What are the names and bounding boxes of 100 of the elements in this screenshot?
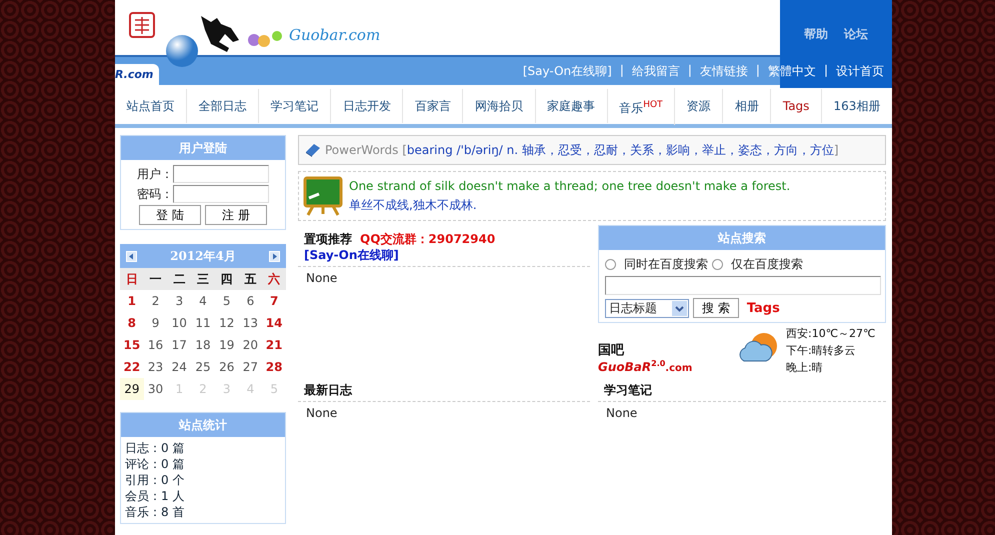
- input-field[interactable]: [173, 165, 269, 183]
- radio-button[interactable]: [605, 259, 616, 270]
- qq-group-text: QQ交流群：29072940: [360, 232, 496, 246]
- nav-link[interactable]: 资源: [675, 89, 724, 123]
- sun-behind-cloud-icon: [738, 331, 780, 363]
- stat-line: 评论：0 篇: [125, 456, 186, 472]
- calendar-day[interactable]: 17: [167, 334, 192, 356]
- calendar-day[interactable]: 10: [167, 312, 192, 334]
- top-link[interactable]: 帮助: [804, 26, 828, 42]
- calendar-day[interactable]: 27: [238, 356, 262, 378]
- nav-link[interactable]: 学习笔记: [259, 89, 332, 123]
- calendar-day[interactable]: 8: [120, 312, 144, 334]
- blackboard-icon: [303, 176, 343, 216]
- weather-line: 西安:10℃～27℃: [786, 326, 876, 342]
- book-icon: [305, 143, 321, 157]
- nav-link[interactable]: 家庭趣事: [536, 89, 608, 123]
- calendar-day[interactable]: 30: [144, 378, 168, 400]
- weekday-label: 二: [172, 271, 186, 288]
- weekday-label: 三: [196, 271, 210, 288]
- field-label: 密码：: [137, 186, 173, 202]
- calendar-day[interactable]: 16: [144, 334, 168, 356]
- calendar-day[interactable]: 1: [120, 290, 144, 312]
- calendar-day[interactable]: 4: [191, 290, 215, 312]
- panel-title: 用户登陆: [121, 136, 285, 160]
- category-select[interactable]: 日志标题: [605, 298, 689, 318]
- top-link[interactable]: 论坛: [844, 26, 868, 42]
- stat-line: 引用：0 个: [125, 472, 186, 488]
- nav-link[interactable]: 日志开发: [331, 89, 404, 123]
- header-link[interactable]: 设计首页: [836, 62, 884, 80]
- globe-icon: [165, 34, 199, 68]
- calendar-day[interactable]: 15: [120, 334, 144, 356]
- stat-line: 会员：1 人: [125, 488, 186, 504]
- section-body: None: [305, 405, 338, 422]
- nav-link[interactable]: 相册: [723, 89, 772, 123]
- radio-label: 同时在百度搜索: [624, 256, 708, 273]
- radio-label: 仅在百度搜索: [731, 256, 803, 273]
- section-title: 置项推荐: [304, 232, 352, 246]
- weekday-label: 一: [148, 271, 163, 288]
- calendar-day[interactable]: 5: [214, 290, 239, 312]
- section-body: None: [305, 270, 338, 287]
- tags-link[interactable]: Tags: [746, 300, 780, 316]
- calendar-day[interactable]: 21: [262, 334, 286, 356]
- calendar-day[interactable]: 28: [262, 356, 286, 378]
- separator: |: [688, 62, 692, 79]
- site-logo-text: Guobar.com: [289, 26, 380, 44]
- nav-link[interactable]: Tags: [771, 89, 822, 123]
- search-button[interactable]: 搜 索: [693, 298, 739, 318]
- stat-line: 音乐：8 首: [125, 504, 186, 520]
- search-field[interactable]: [605, 276, 881, 295]
- calendar-day[interactable]: 3: [167, 290, 192, 312]
- stat-line: 日志：0 篇: [125, 440, 186, 456]
- calendar-day[interactable]: 14: [262, 312, 286, 334]
- calendar-day[interactable]: 23: [144, 356, 168, 378]
- calendar-day[interactable]: 24: [167, 356, 192, 378]
- calendar-day[interactable]: 26: [214, 356, 239, 378]
- logo-fragment: R.com: [115, 64, 160, 84]
- calendar-day[interactable]: 2: [144, 290, 168, 312]
- calendar-day[interactable]: 12: [214, 312, 239, 334]
- nav-link[interactable]: 百家言: [403, 89, 464, 123]
- calendar-month: 2012年4月: [170, 248, 236, 264]
- proverb-chinese: 单丝不成线,独木不成林.: [349, 196, 478, 214]
- login-button[interactable]: 登 陆: [139, 205, 201, 225]
- calendar-day[interactable]: 22: [120, 356, 144, 378]
- separator: |: [756, 62, 760, 79]
- calendar-day[interactable]: 29: [120, 378, 144, 400]
- nav-link[interactable]: 全部日志: [187, 89, 260, 123]
- radio-button[interactable]: [712, 259, 723, 270]
- proverb-english: One strand of silk doesn't make a thread; one tree doesn't make a forest.: [349, 178, 790, 192]
- weekday-label: 六: [266, 271, 282, 288]
- guobar-name: 国吧: [598, 342, 626, 359]
- calendar-day[interactable]: 9: [144, 312, 168, 334]
- calendar-day[interactable]: 11: [191, 312, 215, 334]
- calendar-day[interactable]: 6: [238, 290, 262, 312]
- seal-logo-icon: [129, 12, 155, 38]
- nav-link[interactable]: 163相册: [822, 89, 892, 123]
- nav-link[interactable]: 网海拾贝: [463, 89, 536, 123]
- section-body: None: [605, 405, 638, 422]
- header-link[interactable]: 繁體中文: [768, 62, 816, 80]
- input-field[interactable]: [173, 185, 269, 203]
- panel-title: 站点搜索: [599, 226, 885, 250]
- panel-title: 站点统计: [121, 413, 285, 437]
- login-button[interactable]: 注 册: [205, 205, 267, 225]
- calendar-day[interactable]: 19: [214, 334, 239, 356]
- calendar-day[interactable]: 7: [262, 290, 286, 312]
- field-label: 用户：: [137, 166, 173, 182]
- weather-line: 晚上:晴: [786, 360, 824, 376]
- chat-link[interactable]: [Say-On在线聊]: [304, 247, 399, 263]
- next-month-icon[interactable]: [269, 250, 280, 262]
- calendar-day[interactable]: 25: [191, 356, 215, 378]
- section-title: 学习笔记: [604, 383, 652, 397]
- calendar-day[interactable]: 18: [191, 334, 215, 356]
- calendar-day[interactable]: 13: [238, 312, 262, 334]
- separator: |: [824, 62, 828, 79]
- nav-link[interactable]: 站点首页: [115, 89, 188, 123]
- calendar-day[interactable]: 20: [238, 334, 262, 356]
- previous-month-icon[interactable]: [126, 250, 137, 262]
- powerwords-text: PowerWords [bearing /'b/əriŋ/ n. 轴承，忍受，忍耐，关系，影响，举止，姿态，方向，方位]: [325, 142, 839, 158]
- weekday-label: 四: [220, 271, 234, 288]
- weekday-label: 日: [124, 271, 139, 288]
- balls-icon: [247, 28, 285, 48]
